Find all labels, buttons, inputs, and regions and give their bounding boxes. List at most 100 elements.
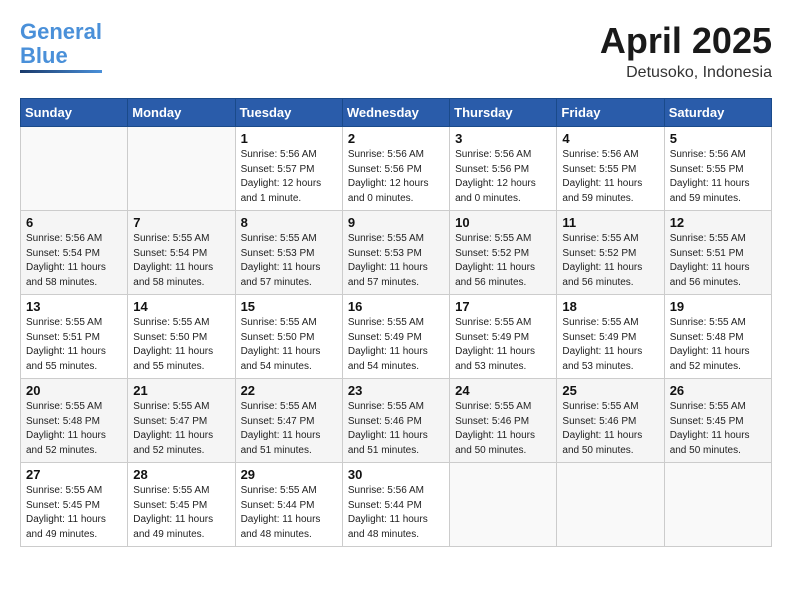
day-number: 4 — [562, 131, 658, 146]
day-info: Sunrise: 5:55 AM Sunset: 5:49 PM Dayligh… — [562, 316, 658, 374]
day-info: Sunrise: 5:55 AM Sunset: 5:51 PM Dayligh… — [26, 316, 122, 374]
day-number: 7 — [133, 215, 229, 230]
day-info: Sunrise: 5:55 AM Sunset: 5:45 PM Dayligh… — [26, 484, 122, 542]
weekday-header-wednesday: Wednesday — [342, 99, 449, 127]
calendar-cell: 6 Sunrise: 5:56 AM Sunset: 5:54 PM Daylig… — [21, 211, 128, 295]
calendar-cell: 10 Sunrise: 5:55 AM Sunset: 5:52 PM Dayli… — [450, 211, 557, 295]
day-info: Sunrise: 5:55 AM Sunset: 5:46 PM Dayligh… — [562, 400, 658, 458]
day-info: Sunrise: 5:56 AM Sunset: 5:56 PM Dayligh… — [455, 148, 551, 206]
day-number: 24 — [455, 383, 551, 398]
day-info: Sunrise: 5:56 AM Sunset: 5:57 PM Dayligh… — [241, 148, 337, 206]
day-number: 3 — [455, 131, 551, 146]
day-number: 2 — [348, 131, 444, 146]
weekday-header-friday: Friday — [557, 99, 664, 127]
day-number: 25 — [562, 383, 658, 398]
day-number: 23 — [348, 383, 444, 398]
day-number: 19 — [670, 299, 766, 314]
calendar-body: 1 Sunrise: 5:56 AM Sunset: 5:57 PM Daylig… — [21, 127, 772, 547]
calendar-cell: 21 Sunrise: 5:55 AM Sunset: 5:47 PM Dayli… — [128, 379, 235, 463]
day-number: 6 — [26, 215, 122, 230]
day-info: Sunrise: 5:55 AM Sunset: 5:46 PM Dayligh… — [348, 400, 444, 458]
day-info: Sunrise: 5:56 AM Sunset: 5:54 PM Dayligh… — [26, 232, 122, 290]
day-number: 13 — [26, 299, 122, 314]
day-info: Sunrise: 5:55 AM Sunset: 5:47 PM Dayligh… — [133, 400, 229, 458]
calendar-cell: 17 Sunrise: 5:55 AM Sunset: 5:49 PM Dayli… — [450, 295, 557, 379]
day-info: Sunrise: 5:55 AM Sunset: 5:54 PM Dayligh… — [133, 232, 229, 290]
calendar-cell — [128, 127, 235, 211]
calendar-table: SundayMondayTuesdayWednesdayThursdayFrid… — [20, 98, 772, 547]
calendar-cell: 8 Sunrise: 5:55 AM Sunset: 5:53 PM Daylig… — [235, 211, 342, 295]
day-number: 21 — [133, 383, 229, 398]
day-number: 29 — [241, 467, 337, 482]
weekday-header-sunday: Sunday — [21, 99, 128, 127]
calendar-cell: 27 Sunrise: 5:55 AM Sunset: 5:45 PM Dayli… — [21, 463, 128, 547]
day-number: 11 — [562, 215, 658, 230]
calendar-cell — [664, 463, 771, 547]
calendar-cell: 26 Sunrise: 5:55 AM Sunset: 5:45 PM Dayli… — [664, 379, 771, 463]
day-number: 30 — [348, 467, 444, 482]
calendar-cell: 16 Sunrise: 5:55 AM Sunset: 5:49 PM Dayli… — [342, 295, 449, 379]
calendar-week-1: 1 Sunrise: 5:56 AM Sunset: 5:57 PM Daylig… — [21, 127, 772, 211]
calendar-week-4: 20 Sunrise: 5:55 AM Sunset: 5:48 PM Dayli… — [21, 379, 772, 463]
day-info: Sunrise: 5:56 AM Sunset: 5:44 PM Dayligh… — [348, 484, 444, 542]
weekday-header-monday: Monday — [128, 99, 235, 127]
page-header: General Blue April 2025 Detusoko, Indone… — [20, 20, 772, 82]
day-info: Sunrise: 5:56 AM Sunset: 5:55 PM Dayligh… — [562, 148, 658, 206]
logo-blue: Blue — [20, 43, 68, 68]
calendar-cell: 24Sunrise: 5:55 AM Sunset: 5:46 PM Dayli… — [450, 379, 557, 463]
day-number: 26 — [670, 383, 766, 398]
calendar-cell — [21, 127, 128, 211]
day-number: 15 — [241, 299, 337, 314]
day-info: Sunrise: 5:55 AM Sunset: 5:49 PM Dayligh… — [348, 316, 444, 374]
calendar-cell: 11Sunrise: 5:55 AM Sunset: 5:52 PM Dayli… — [557, 211, 664, 295]
day-info: Sunrise: 5:55 AM Sunset: 5:50 PM Dayligh… — [241, 316, 337, 374]
calendar-cell: 4 Sunrise: 5:56 AM Sunset: 5:55 PM Daylig… — [557, 127, 664, 211]
day-number: 17 — [455, 299, 551, 314]
logo: General Blue — [20, 20, 102, 73]
calendar-cell: 7 Sunrise: 5:55 AM Sunset: 5:54 PM Daylig… — [128, 211, 235, 295]
day-info: Sunrise: 5:55 AM Sunset: 5:48 PM Dayligh… — [670, 316, 766, 374]
weekday-header-thursday: Thursday — [450, 99, 557, 127]
day-number: 8 — [241, 215, 337, 230]
month-year: April 2025 — [600, 20, 772, 62]
day-info: Sunrise: 5:55 AM Sunset: 5:44 PM Dayligh… — [241, 484, 337, 542]
day-number: 12 — [670, 215, 766, 230]
day-info: Sunrise: 5:55 AM Sunset: 5:50 PM Dayligh… — [133, 316, 229, 374]
logo-text: General Blue — [20, 20, 102, 68]
calendar-cell: 12 Sunrise: 5:55 AM Sunset: 5:51 PM Dayli… — [664, 211, 771, 295]
calendar-cell: 18Sunrise: 5:55 AM Sunset: 5:49 PM Dayli… — [557, 295, 664, 379]
day-number: 5 — [670, 131, 766, 146]
day-info: Sunrise: 5:55 AM Sunset: 5:53 PM Dayligh… — [348, 232, 444, 290]
logo-underline — [20, 70, 102, 73]
calendar-cell: 3 Sunrise: 5:56 AM Sunset: 5:56 PM Daylig… — [450, 127, 557, 211]
day-number: 10 — [455, 215, 551, 230]
day-info: Sunrise: 5:56 AM Sunset: 5:56 PM Dayligh… — [348, 148, 444, 206]
calendar-cell: 9Sunrise: 5:55 AM Sunset: 5:53 PM Daylig… — [342, 211, 449, 295]
calendar-cell — [557, 463, 664, 547]
calendar-cell: 30 Sunrise: 5:56 AM Sunset: 5:44 PM Dayli… — [342, 463, 449, 547]
logo-general: General — [20, 19, 102, 44]
calendar-cell — [450, 463, 557, 547]
day-info: Sunrise: 5:56 AM Sunset: 5:55 PM Dayligh… — [670, 148, 766, 206]
day-info: Sunrise: 5:55 AM Sunset: 5:53 PM Dayligh… — [241, 232, 337, 290]
calendar-cell: 1 Sunrise: 5:56 AM Sunset: 5:57 PM Daylig… — [235, 127, 342, 211]
calendar-cell: 22Sunrise: 5:55 AM Sunset: 5:47 PM Dayli… — [235, 379, 342, 463]
day-info: Sunrise: 5:55 AM Sunset: 5:51 PM Dayligh… — [670, 232, 766, 290]
calendar-week-2: 6 Sunrise: 5:56 AM Sunset: 5:54 PM Daylig… — [21, 211, 772, 295]
calendar-cell: 28Sunrise: 5:55 AM Sunset: 5:45 PM Dayli… — [128, 463, 235, 547]
calendar-cell: 25 Sunrise: 5:55 AM Sunset: 5:46 PM Dayli… — [557, 379, 664, 463]
weekday-header-row: SundayMondayTuesdayWednesdayThursdayFrid… — [21, 99, 772, 127]
day-number: 16 — [348, 299, 444, 314]
calendar-cell: 15 Sunrise: 5:55 AM Sunset: 5:50 PM Dayli… — [235, 295, 342, 379]
day-number: 20 — [26, 383, 122, 398]
calendar-cell: 29 Sunrise: 5:55 AM Sunset: 5:44 PM Dayli… — [235, 463, 342, 547]
day-number: 27 — [26, 467, 122, 482]
calendar-cell: 20 Sunrise: 5:55 AM Sunset: 5:48 PM Dayli… — [21, 379, 128, 463]
day-number: 1 — [241, 131, 337, 146]
day-info: Sunrise: 5:55 AM Sunset: 5:52 PM Dayligh… — [455, 232, 551, 290]
day-info: Sunrise: 5:55 AM Sunset: 5:48 PM Dayligh… — [26, 400, 122, 458]
day-info: Sunrise: 5:55 AM Sunset: 5:45 PM Dayligh… — [670, 400, 766, 458]
location: Detusoko, Indonesia — [600, 64, 772, 82]
day-info: Sunrise: 5:55 AM Sunset: 5:49 PM Dayligh… — [455, 316, 551, 374]
calendar-cell: 19 Sunrise: 5:55 AM Sunset: 5:48 PM Dayli… — [664, 295, 771, 379]
